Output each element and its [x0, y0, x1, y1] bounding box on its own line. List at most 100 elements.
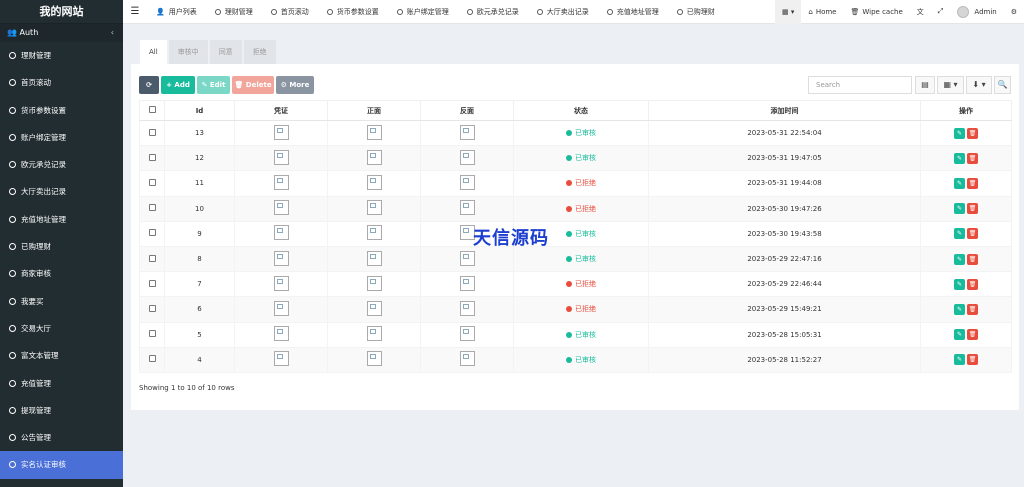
- language-icon[interactable]: 文: [910, 0, 931, 24]
- nav-tab[interactable]: 已购理财: [668, 0, 724, 24]
- edit-button[interactable]: ✎ Edit: [197, 76, 230, 94]
- col-status[interactable]: 状态: [513, 100, 649, 121]
- sidebar-item[interactable]: 已购理财: [0, 233, 123, 260]
- sidebar-item[interactable]: 提现管理: [0, 397, 123, 424]
- sidebar-item[interactable]: 理财管理: [0, 42, 123, 69]
- voucher-image[interactable]: [234, 296, 328, 323]
- voucher-image[interactable]: [234, 220, 328, 247]
- sidebar-item[interactable]: 首页滚动: [0, 69, 123, 96]
- front-image[interactable]: [327, 119, 421, 147]
- back-image[interactable]: [420, 296, 514, 323]
- edit-pencil-icon[interactable]: ✎: [954, 228, 965, 240]
- row-checkbox[interactable]: [139, 119, 165, 147]
- back-image[interactable]: [420, 271, 514, 298]
- delete-trash-icon[interactable]: 🗑: [967, 354, 978, 366]
- edit-pencil-icon[interactable]: ✎: [954, 253, 965, 265]
- col-time[interactable]: 添加时间: [648, 100, 921, 121]
- search-input[interactable]: Search: [808, 76, 912, 94]
- sidebar-item[interactable]: 商家审核: [0, 260, 123, 287]
- tab-all[interactable]: All: [140, 40, 167, 64]
- voucher-image[interactable]: [234, 195, 328, 222]
- settings-gear-icon[interactable]: ⚙: [1004, 0, 1024, 24]
- back-image[interactable]: [420, 195, 514, 222]
- sidebar-item[interactable]: 公告管理: [0, 424, 123, 451]
- toggle-view-icon[interactable]: ▤: [915, 76, 935, 94]
- add-button[interactable]: + Add: [161, 76, 195, 94]
- delete-trash-icon[interactable]: 🗑: [967, 329, 978, 341]
- voucher-image[interactable]: [234, 245, 328, 273]
- delete-button[interactable]: 🗑 Delete: [232, 76, 274, 94]
- front-image[interactable]: [327, 346, 421, 373]
- row-checkbox[interactable]: [139, 271, 165, 298]
- sidebar-item[interactable]: 交易大厅: [0, 315, 123, 342]
- sidebar-item[interactable]: 富文本管理: [0, 342, 123, 369]
- edit-pencil-icon[interactable]: ✎: [954, 354, 965, 366]
- user-menu[interactable]: Admin: [950, 0, 1003, 24]
- back-image[interactable]: [420, 119, 514, 147]
- sidebar-item[interactable]: 账户绑定管理: [0, 124, 123, 151]
- nav-tab[interactable]: 欧元承兑记录: [458, 0, 528, 24]
- edit-pencil-icon[interactable]: ✎: [954, 177, 965, 189]
- edit-pencil-icon[interactable]: ✎: [954, 127, 965, 139]
- front-image[interactable]: [327, 296, 421, 323]
- voucher-image[interactable]: [234, 346, 328, 373]
- fullscreen-icon[interactable]: ⤢: [931, 0, 951, 24]
- sidebar-item[interactable]: 大厅卖出记录: [0, 178, 123, 205]
- delete-trash-icon[interactable]: 🗑: [967, 228, 978, 240]
- edit-pencil-icon[interactable]: ✎: [954, 203, 965, 215]
- voucher-image[interactable]: [234, 145, 328, 172]
- front-image[interactable]: [327, 245, 421, 273]
- edit-pencil-icon[interactable]: ✎: [954, 152, 965, 164]
- nav-home[interactable]: ⌂ Home: [801, 0, 843, 24]
- sidebar-item[interactable]: 实名认证审核: [0, 451, 123, 479]
- front-image[interactable]: [327, 195, 421, 222]
- edit-pencil-icon[interactable]: ✎: [954, 303, 965, 315]
- apps-dropdown-icon[interactable]: ▦ ▾: [775, 0, 802, 24]
- edit-pencil-icon[interactable]: ✎: [954, 278, 965, 290]
- col-id[interactable]: Id: [164, 100, 235, 121]
- front-image[interactable]: [327, 145, 421, 172]
- sidebar-item[interactable]: 充值地址管理: [0, 206, 123, 233]
- tab-approved[interactable]: 同意: [209, 40, 242, 64]
- row-checkbox[interactable]: [139, 170, 165, 197]
- row-checkbox[interactable]: [139, 220, 165, 247]
- front-image[interactable]: [327, 220, 421, 247]
- nav-tab[interactable]: 首页滚动: [262, 0, 318, 24]
- row-checkbox[interactable]: [139, 145, 165, 172]
- col-front[interactable]: 正面: [327, 100, 421, 121]
- site-logo[interactable]: 我的网站: [0, 0, 123, 24]
- back-image[interactable]: [420, 145, 514, 172]
- voucher-image[interactable]: [234, 271, 328, 298]
- row-checkbox[interactable]: [139, 346, 165, 373]
- col-back[interactable]: 反面: [420, 100, 514, 121]
- nav-tab[interactable]: 账户绑定管理: [388, 0, 458, 24]
- export-dropdown-icon[interactable]: ⬇ ▾: [966, 76, 992, 94]
- front-image[interactable]: [327, 321, 421, 348]
- tab-rejected[interactable]: 拒绝: [243, 40, 276, 64]
- back-image[interactable]: [420, 346, 514, 373]
- nav-tab[interactable]: 大厅卖出记录: [528, 0, 598, 24]
- voucher-image[interactable]: [234, 119, 328, 147]
- search-icon[interactable]: 🔍: [994, 76, 1011, 94]
- front-image[interactable]: [327, 271, 421, 298]
- back-image[interactable]: [420, 321, 514, 348]
- columns-dropdown-icon[interactable]: ▦ ▾: [937, 76, 964, 94]
- menu-toggle-icon[interactable]: ☰: [123, 0, 147, 24]
- sidebar-item[interactable]: 我要买: [0, 288, 123, 315]
- voucher-image[interactable]: [234, 321, 328, 348]
- delete-trash-icon[interactable]: 🗑: [967, 253, 978, 265]
- delete-trash-icon[interactable]: 🗑: [967, 203, 978, 215]
- back-image[interactable]: [420, 245, 514, 273]
- delete-trash-icon[interactable]: 🗑: [967, 152, 978, 164]
- row-checkbox[interactable]: [139, 195, 165, 222]
- edit-pencil-icon[interactable]: ✎: [954, 329, 965, 341]
- sidebar-item[interactable]: 欧元承兑记录: [0, 151, 123, 178]
- more-button[interactable]: ⚙ More: [276, 76, 314, 94]
- delete-trash-icon[interactable]: 🗑: [967, 127, 978, 139]
- delete-trash-icon[interactable]: 🗑: [967, 177, 978, 189]
- nav-tab[interactable]: 货币参数设置: [318, 0, 388, 24]
- row-checkbox[interactable]: [139, 245, 165, 273]
- col-voucher[interactable]: 凭证: [234, 100, 328, 121]
- sidebar-item[interactable]: 货币参数设置: [0, 97, 123, 124]
- sidebar-auth-group[interactable]: 👥 Auth ‹: [0, 24, 123, 42]
